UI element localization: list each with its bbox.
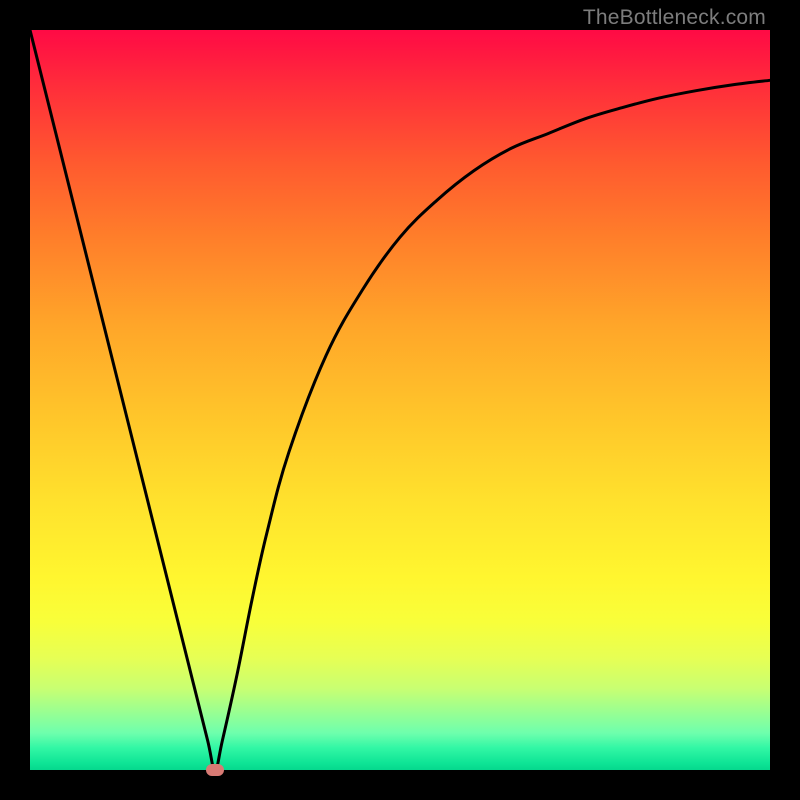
watermark-text: TheBottleneck.com [583, 6, 766, 30]
curve-svg [30, 30, 770, 770]
chart-frame: TheBottleneck.com [0, 0, 800, 800]
plot-area [30, 30, 770, 770]
optimum-marker [206, 764, 224, 776]
bottleneck-curve [30, 30, 770, 770]
